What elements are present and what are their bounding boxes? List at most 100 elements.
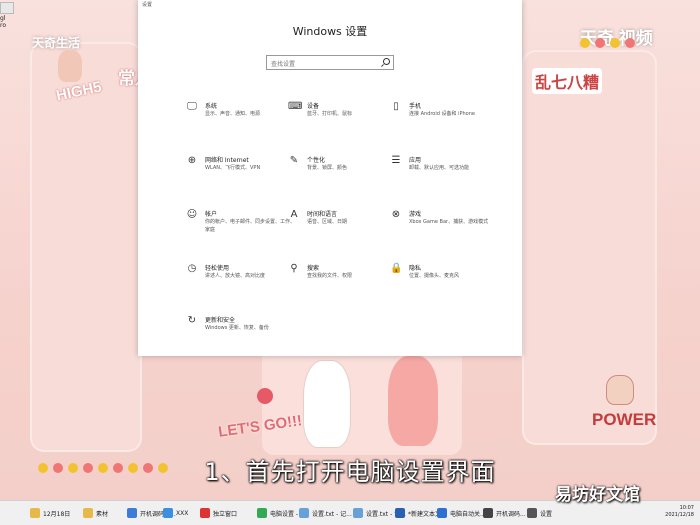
- app-icon: [200, 508, 210, 518]
- phone-icon: ▯: [393, 101, 399, 112]
- taskbar-item[interactable]: XXX: [163, 505, 188, 521]
- cartoon-character-left: [58, 50, 82, 82]
- time-language-icon: A: [290, 209, 298, 220]
- desktop-icon[interactable]: [0, 2, 14, 14]
- taskbar-item[interactable]: 设置: [527, 505, 552, 521]
- watermark-left: 天奇生活: [32, 36, 81, 50]
- taskbar-item[interactable]: 电脑自动关...: [437, 505, 486, 521]
- settings-category-0[interactable]: 🖵 系统 显示、声音、通知、电源: [186, 100, 286, 140]
- cartoon-bunny: [303, 360, 351, 448]
- settings-category-name: 应用: [409, 157, 422, 164]
- taskbar-clock[interactable]: 10:07 2021/12/18: [665, 505, 694, 519]
- update-icon: ↻: [187, 315, 197, 326]
- app-icon: [437, 508, 447, 518]
- settings-category-description: 连接 Android 设备和 iPhone: [409, 111, 475, 117]
- settings-category-10[interactable]: ⚲ 搜索 查找我的文件、权限: [288, 262, 388, 302]
- desktop-icon-label: ro: [0, 22, 7, 29]
- settings-category-8[interactable]: ⊗ 游戏 Xbox Game Bar、捕获、游戏模式: [390, 208, 490, 248]
- settings-category-description: 讲述人、放大镜、高对比度: [205, 273, 266, 279]
- app-icon: [127, 508, 137, 518]
- word-icon: [395, 508, 405, 518]
- settings-category-1[interactable]: ⌨ 设备 蓝牙、打印机、鼠标: [288, 100, 388, 140]
- search-icon: ⚲: [290, 263, 298, 274]
- taskbar-item-label: 素材: [96, 510, 109, 518]
- person-icon: ☺: [186, 209, 198, 220]
- brush-icon: ✎: [289, 155, 299, 166]
- settings-category-name: 网络和 Internet: [205, 157, 249, 164]
- settings-category-name: 轻松使用: [205, 265, 230, 272]
- taskbar-item[interactable]: 开机调码...: [483, 505, 526, 521]
- folder-icon: [83, 508, 93, 518]
- settings-category-description: 卸载、默认应用、可选功能: [409, 165, 470, 171]
- taskbar-item[interactable]: 设置.txt - 记...: [299, 505, 352, 521]
- settings-category-6[interactable]: ☺ 帐户 你的帐户、电子邮件、同步设置、工作、家庭: [186, 208, 295, 248]
- settings-category-description: 位置、摄像头、麦克风: [409, 273, 460, 279]
- corner-watermark: 易坊好文馆: [555, 485, 640, 505]
- settings-category-7[interactable]: A 时间和语言 语音、区域、日期: [288, 208, 388, 248]
- settings-category-12[interactable]: ↻ 更新和安全 Windows 更新、恢复、备份: [186, 314, 286, 354]
- notepad-icon: [299, 508, 309, 518]
- gear-icon: [527, 508, 537, 518]
- folder-icon: [30, 508, 40, 518]
- power-sticker: POWER: [592, 410, 657, 429]
- settings-category-name: 隐私: [409, 265, 422, 272]
- settings-category-name: 搜索: [307, 265, 320, 272]
- app-icon: [483, 508, 493, 518]
- taskbar-item-label: 独立窗口: [213, 510, 238, 518]
- taskbar-item-label: 12月18日: [43, 510, 71, 518]
- settings-category-description: 语音、区域、日期: [307, 219, 348, 225]
- settings-category-description: Xbox Game Bar、捕获、游戏模式: [409, 219, 489, 225]
- taskbar-item-label: 电脑自动关...: [450, 510, 486, 518]
- settings-category-name: 帐户: [205, 211, 218, 218]
- clock-time: 10:07: [679, 505, 694, 511]
- settings-category-11[interactable]: 🔒 隐私 位置、摄像头、麦克风: [390, 262, 490, 302]
- right-panel-title: 乱七八糟: [532, 68, 603, 94]
- settings-category-name: 手机: [409, 103, 422, 110]
- taskbar-item-label: 设置: [540, 510, 553, 518]
- search-input[interactable]: 查找设置: [266, 55, 394, 70]
- ease-of-access-icon: ◷: [187, 263, 197, 274]
- taskbar-item-label: XXX: [176, 509, 189, 517]
- settings-category-name: 个性化: [307, 157, 326, 164]
- pin-icon: [257, 388, 273, 404]
- monitor-icon: 🖵: [187, 101, 197, 112]
- notepad-icon: [353, 508, 363, 518]
- settings-category-3[interactable]: ⊕ 网络和 Internet WLAN、飞行模式、VPN: [186, 154, 286, 194]
- search-placeholder: 查找设置: [271, 61, 296, 68]
- cartoon-pig: [388, 356, 438, 446]
- taskbar-item[interactable]: 素材: [83, 505, 108, 521]
- settings-category-2[interactable]: ▯ 手机 连接 Android 设备和 iPhone: [390, 100, 490, 140]
- settings-category-description: Windows 更新、恢复、备份: [205, 325, 269, 331]
- settings-window[interactable]: 设置 Windows 设置 查找设置 🖵 系统 显示、声音、通知、电源 ⌨ 设备 蓝牙、打…: [138, 0, 522, 356]
- settings-category-name: 时间和语言: [307, 211, 338, 218]
- window-title: 设置: [142, 2, 153, 8]
- wallpaper-right-panel: [522, 50, 657, 445]
- wallpaper-left-panel: [30, 42, 142, 452]
- search-icon[interactable]: [383, 58, 390, 65]
- settings-category-name: 更新和安全: [205, 317, 236, 324]
- settings-category-description: WLAN、飞行模式、VPN: [205, 165, 261, 171]
- settings-category-description: 你的帐户、电子邮件、同步设置、工作、家庭: [205, 219, 296, 233]
- settings-category-description: 显示、声音、通知、电源: [205, 111, 261, 117]
- settings-category-description: 蓝牙、打印机、鼠标: [307, 111, 353, 117]
- lock-icon: 🔒: [390, 263, 403, 274]
- apps-icon: ☰: [391, 155, 401, 166]
- globe-icon: ⊕: [187, 155, 197, 166]
- settings-category-9[interactable]: ◷ 轻松使用 讲述人、放大镜、高对比度: [186, 262, 286, 302]
- desktop-icon-label: gl: [0, 15, 6, 22]
- app-icon: [163, 508, 173, 518]
- taskbar-item[interactable]: 独立窗口: [200, 505, 237, 521]
- taskbar-item-label: 设置.txt - 记...: [312, 510, 352, 518]
- fist-icon: [606, 375, 634, 405]
- settings-category-description: 背景、锁屏、颜色: [307, 165, 348, 171]
- settings-heading: Windows 设置: [292, 25, 368, 38]
- settings-category-4[interactable]: ✎ 个性化 背景、锁屏、颜色: [288, 154, 388, 194]
- xbox-icon: ⊗: [391, 209, 401, 220]
- taskbar-item[interactable]: 12月18日: [30, 505, 70, 521]
- decorative-dots-right: [580, 38, 635, 48]
- settings-category-name: 系统: [205, 103, 218, 110]
- devices-icon: ⌨: [288, 101, 303, 112]
- settings-category-description: 查找我的文件、权限: [307, 273, 353, 279]
- settings-category-name: 游戏: [409, 211, 422, 218]
- settings-category-5[interactable]: ☰ 应用 卸载、默认应用、可选功能: [390, 154, 490, 194]
